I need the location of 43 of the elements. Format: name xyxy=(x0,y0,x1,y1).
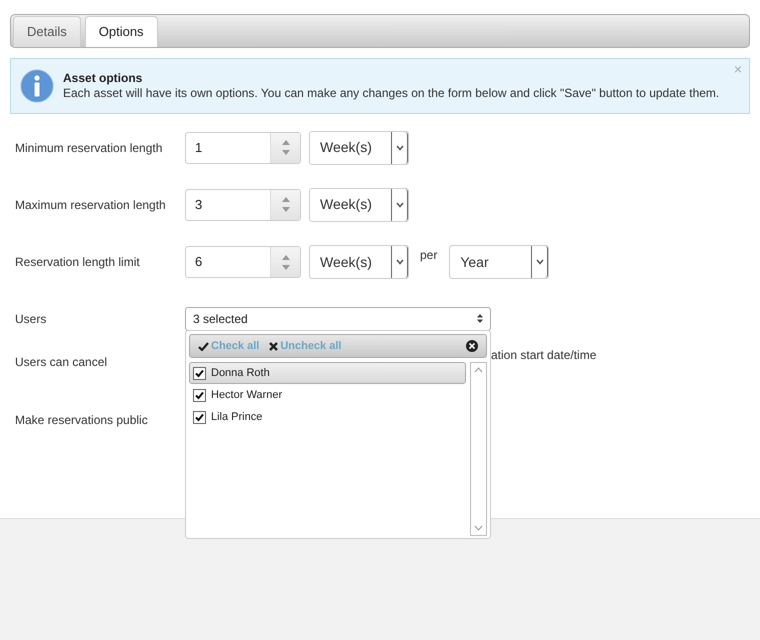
tab[interactable]: Options xyxy=(84,16,158,47)
sort-arrows-icon xyxy=(477,314,483,323)
number-spinner[interactable]: 3 xyxy=(185,188,301,220)
user-option[interactable]: Donna Roth xyxy=(189,362,466,384)
spin-down-icon[interactable] xyxy=(282,150,290,155)
field-label: Maximum reservation length xyxy=(15,198,166,212)
unit-select[interactable]: Year xyxy=(449,245,550,279)
spin-up-icon[interactable] xyxy=(282,140,290,145)
user-option[interactable]: Lila Prince xyxy=(189,406,466,428)
field-label: Minimum reservation length xyxy=(15,140,162,154)
field-label: Reservation length limit xyxy=(15,255,140,269)
checkbox[interactable] xyxy=(193,388,206,402)
tab[interactable]: Details xyxy=(13,16,81,47)
chevron-down-icon xyxy=(396,144,404,150)
spin-down-icon[interactable] xyxy=(282,264,290,270)
unit-select[interactable]: Week(s) xyxy=(309,245,409,279)
option-label: ation start date/time xyxy=(491,347,596,364)
alert-message: Each asset will have its own options. You can make any changes on the form below and click "Save" button to update them. xyxy=(63,86,720,101)
scroll-up-icon[interactable] xyxy=(474,367,483,373)
checkmark-icon xyxy=(198,342,209,350)
chevron-down-icon xyxy=(396,259,404,265)
user-option[interactable]: Hector Warner xyxy=(189,384,466,406)
checkbox[interactable] xyxy=(193,366,206,380)
spin-up-icon[interactable] xyxy=(282,254,290,260)
unit-select[interactable]: Week(s) xyxy=(309,188,409,222)
info-icon xyxy=(20,69,54,103)
field-label: Users xyxy=(15,312,46,326)
per-label: per xyxy=(420,247,438,264)
checkbox[interactable] xyxy=(193,410,206,424)
number-spinner[interactable]: 1 xyxy=(185,132,301,164)
field-label: Make reservations public xyxy=(15,413,148,427)
chevron-down-icon xyxy=(536,259,544,265)
unit-select[interactable]: Week(s) xyxy=(309,130,409,164)
alert-title: Asset options xyxy=(63,71,142,86)
scrollbar[interactable] xyxy=(470,362,487,536)
spin-up-icon[interactable] xyxy=(282,197,290,202)
close-icon[interactable] xyxy=(466,340,478,352)
field-label: Users can cancel xyxy=(15,355,108,369)
spin-down-icon[interactable] xyxy=(282,207,290,212)
x-icon xyxy=(269,342,278,350)
chevron-down-icon xyxy=(396,202,404,208)
scroll-down-icon[interactable] xyxy=(474,525,483,531)
number-spinner[interactable]: 6 xyxy=(185,246,301,278)
